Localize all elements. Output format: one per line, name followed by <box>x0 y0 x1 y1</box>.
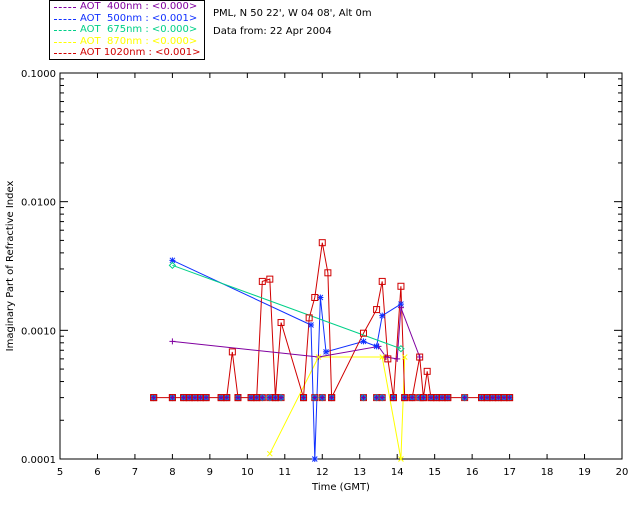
series-line <box>153 242 510 399</box>
data-point-star <box>308 322 315 329</box>
data-point-star <box>379 312 386 319</box>
x-tick-label: 19 <box>578 467 591 478</box>
series-line <box>172 259 402 460</box>
y-tick-label: 0.0001 <box>21 455 56 466</box>
x-tick-label: 18 <box>541 467 554 478</box>
x-tick-label: 10 <box>241 467 254 478</box>
chart: 5 6 7 8 9 10 11 12 13 14 15 16 17 18 19 20 0.0001 0.0010 0… <box>5 69 629 493</box>
data-point-plus <box>416 354 423 361</box>
x-tick-label: 14 <box>391 467 404 478</box>
data-point-plus <box>169 338 176 345</box>
data-point-star <box>373 343 380 350</box>
data-point-star <box>360 338 367 345</box>
x-tick-label: 16 <box>466 467 479 478</box>
x-tick-label: 9 <box>207 467 213 478</box>
data-point-star <box>311 456 318 462</box>
data-point-star <box>323 348 330 355</box>
y-axis-label: Imaginary Part of Refractive Index <box>5 181 16 352</box>
x-tick-label: 12 <box>316 467 329 478</box>
y-tick-label: 0.1000 <box>21 69 56 80</box>
x-tick-label: 11 <box>278 467 291 478</box>
data-point-cross <box>266 450 273 457</box>
x-tick-label: 13 <box>353 467 366 478</box>
x-tick-label: 6 <box>94 467 100 478</box>
data-point-plus <box>394 355 401 362</box>
x-tick-label: 15 <box>428 467 441 478</box>
series-line <box>269 356 406 460</box>
y-tick-label: 0.0010 <box>21 326 56 337</box>
x-tick-label: 8 <box>169 467 175 478</box>
x-tick-label: 17 <box>503 467 516 478</box>
y-tick-label: 0.0100 <box>21 198 56 209</box>
x-tick-label: 7 <box>132 467 138 478</box>
data-point-star <box>397 301 404 308</box>
x-tick-label: 5 <box>57 467 63 478</box>
plot-area <box>59 72 623 460</box>
series-lines <box>153 242 510 460</box>
data-point-star <box>317 294 324 301</box>
x-axis-label: Time (GMT) <box>311 482 370 493</box>
x-tick-label: 20 <box>616 467 629 478</box>
